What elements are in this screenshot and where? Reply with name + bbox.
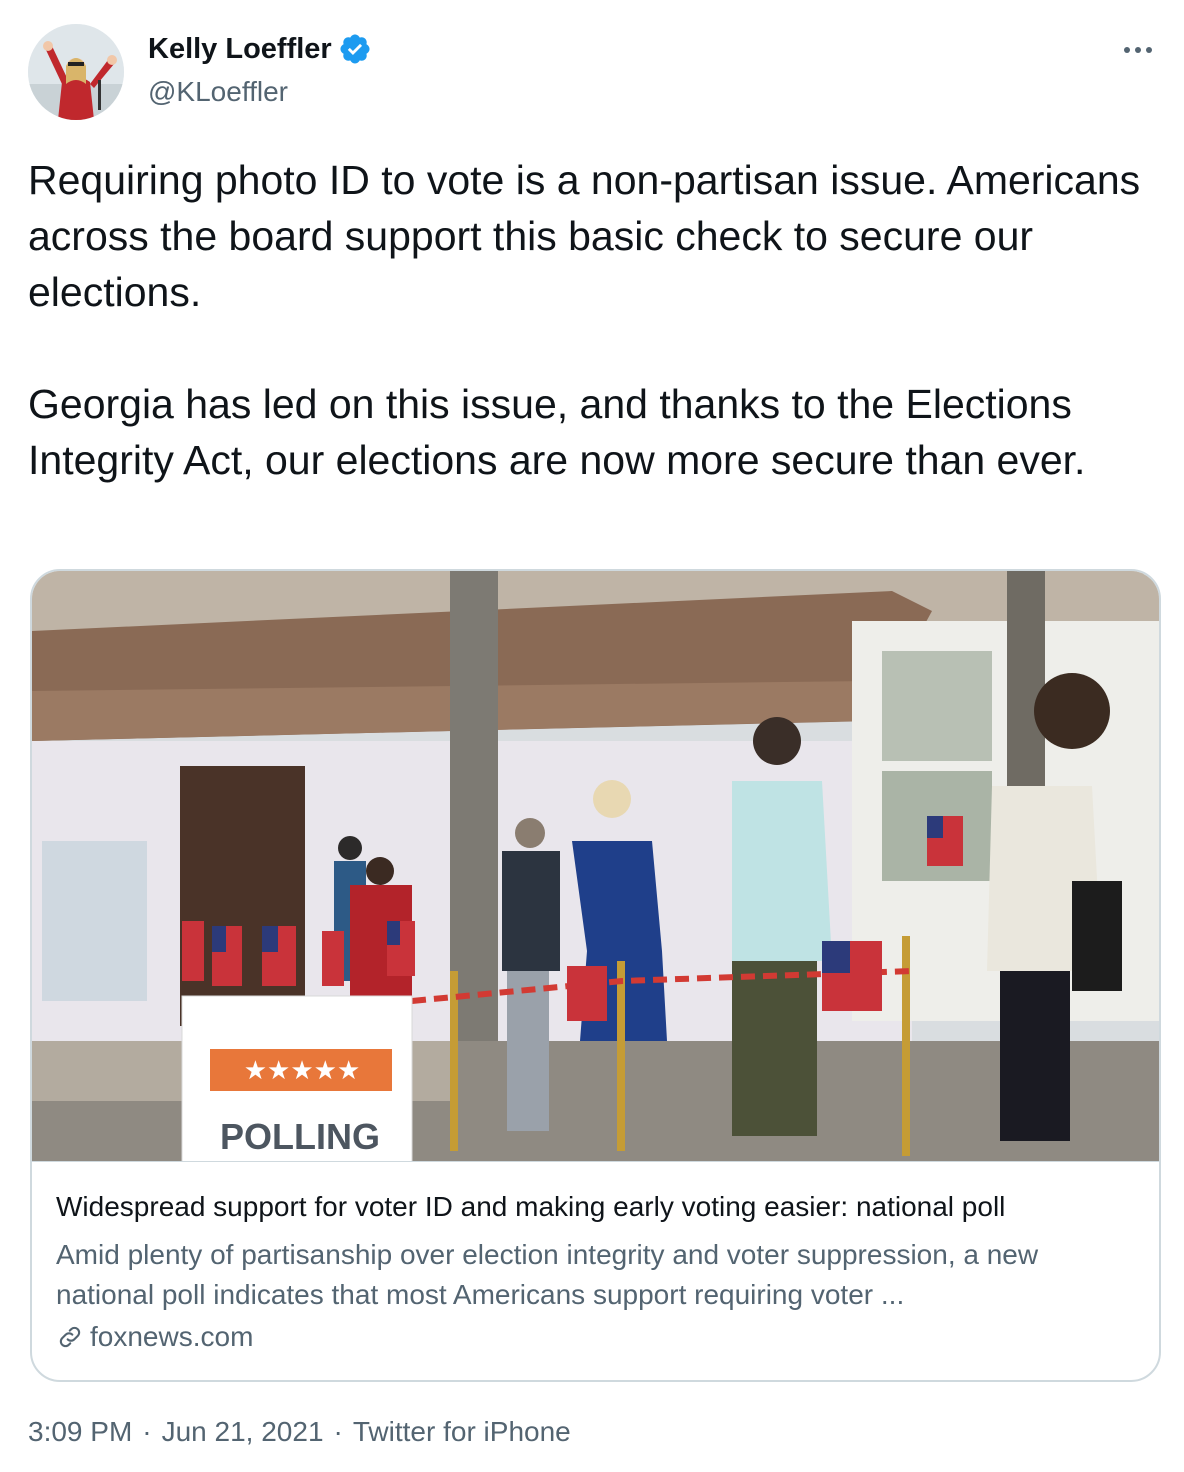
link-card[interactable]: ★★★★★ POLLING Widespread support for vot… [30, 569, 1161, 1382]
more-options-icon[interactable] [1124, 40, 1160, 60]
verified-badge-icon [340, 34, 370, 64]
card-divider [32, 1161, 1159, 1162]
tweet-date[interactable]: Jun 21, 2021 [162, 1416, 324, 1448]
card-description: Amid plenty of partisanship over electio… [56, 1239, 1039, 1310]
card-domain-label: foxnews.com [90, 1321, 254, 1352]
meta-separator: · [333, 1416, 343, 1447]
card-title[interactable]: Widespread support for voter ID and maki… [56, 1191, 1005, 1223]
tweet-time[interactable]: 3:09 PM [28, 1416, 132, 1448]
tweet-meta: 3:09 PM · Jun 21, 2021 · Twitter for iPh… [28, 1416, 571, 1448]
author-row: Kelly Loeffler [148, 32, 372, 66]
polling-sign-text: POLLING [220, 1116, 380, 1157]
svg-text:★★★★★: ★★★★★ [244, 1056, 361, 1086]
tweet-text: Requiring photo ID to vote is a non-part… [28, 157, 1141, 483]
avatar-image [28, 24, 124, 120]
author-name[interactable]: Kelly Loeffler [148, 33, 332, 66]
card-domain[interactable]: foxnews.com [56, 1321, 253, 1353]
link-icon [59, 1326, 81, 1348]
author-handle[interactable]: @KLoeffler [148, 76, 288, 108]
card-image: ★★★★★ POLLING [32, 571, 1159, 1161]
tweet-source[interactable]: Twitter for iPhone [353, 1416, 571, 1448]
meta-separator: · [142, 1416, 152, 1447]
avatar[interactable] [28, 24, 124, 120]
